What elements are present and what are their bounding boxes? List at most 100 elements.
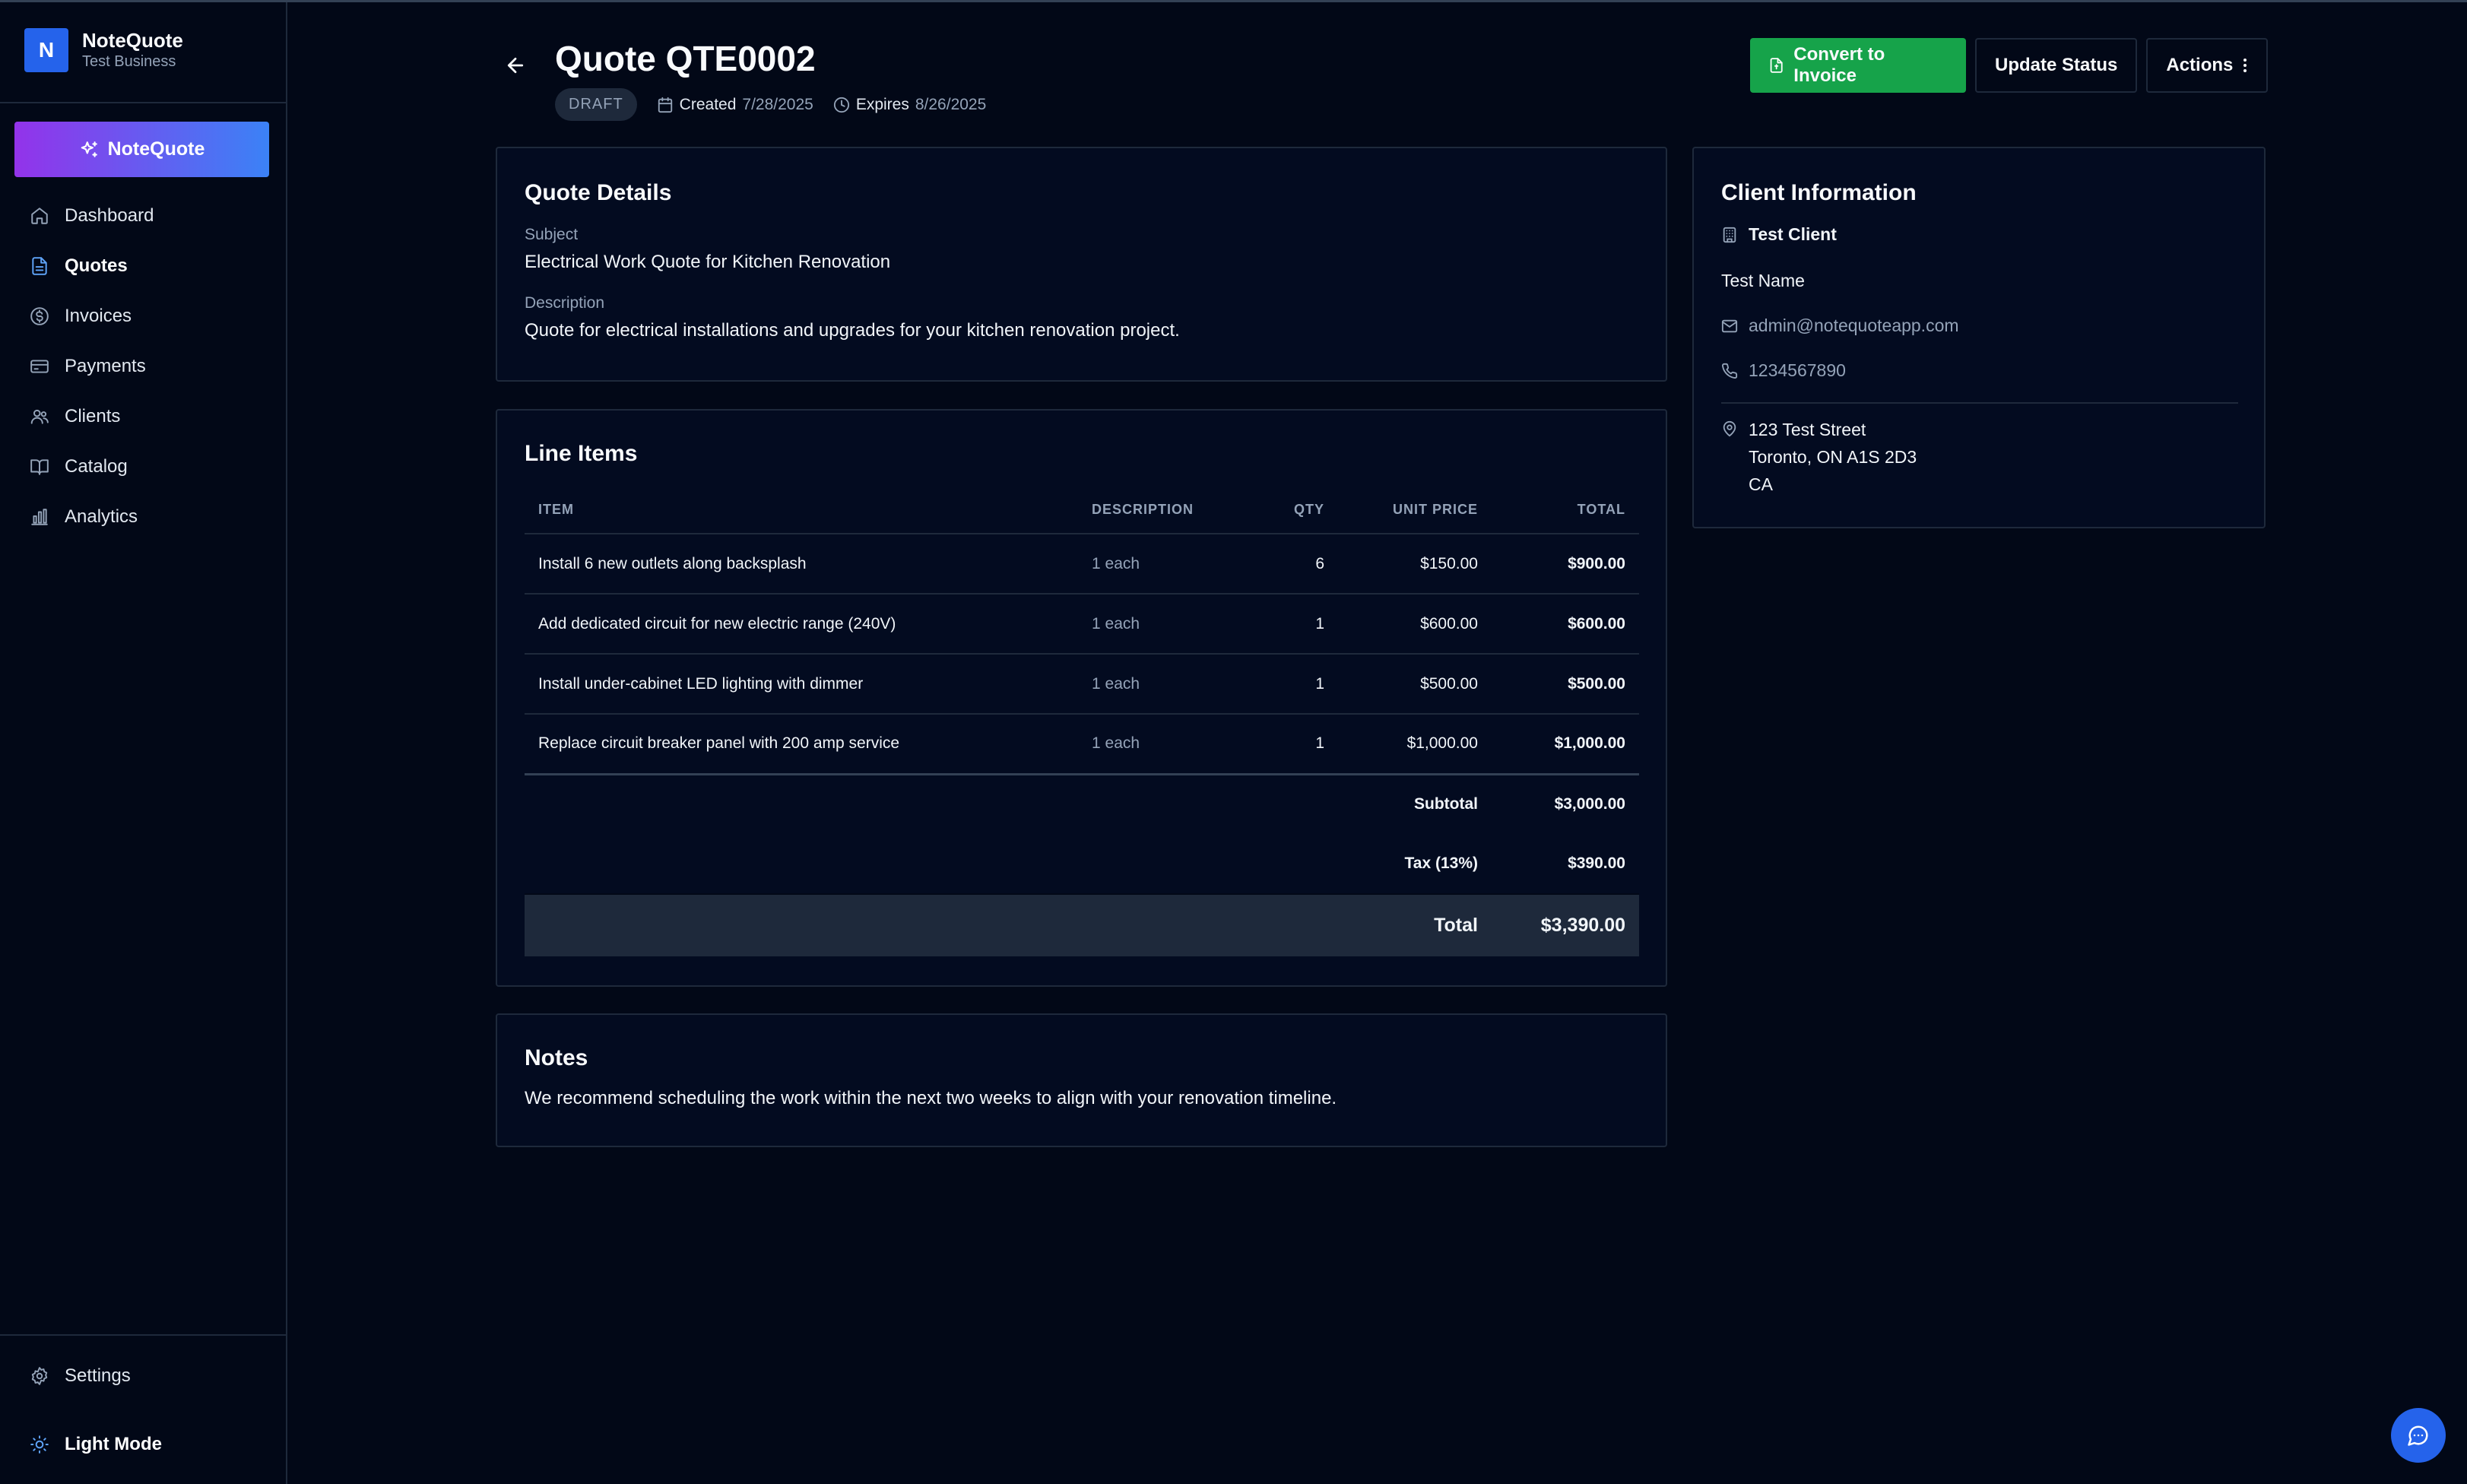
status-badge: DRAFT (555, 88, 637, 121)
notes-title: Notes (525, 1045, 588, 1070)
client-contact-name: Test Name (1721, 271, 1805, 290)
notes-text: We recommend scheduling the work within … (525, 1088, 1337, 1108)
quote-details-title: Quote Details (525, 180, 672, 205)
created-label: Created (679, 95, 737, 113)
item-total: $1,000.00 (1492, 713, 1639, 774)
sidebar-item-catalog[interactable]: Catalog (14, 445, 273, 489)
book-icon (28, 455, 51, 478)
client-phone[interactable]: 1234567890 (1721, 360, 2238, 381)
chat-button[interactable] (2391, 1408, 2446, 1463)
total-label: Total (1338, 893, 1492, 956)
col-description: DESCRIPTION (1092, 502, 1194, 517)
sidebar-item-label: Payments (65, 356, 146, 376)
item-name: Replace circuit breaker panel with 200 a… (525, 713, 1078, 774)
quote-details-card: Quote Details Subject Electrical Work Qu… (496, 147, 1667, 382)
phone-icon (1722, 363, 1738, 379)
header-actions: Convert to Invoice Update Status Actions (1750, 38, 2269, 93)
sidebar-item-invoices[interactable]: Invoices (14, 294, 273, 338)
sidebar-divider (0, 102, 286, 103)
sidebar-item-dashboard[interactable]: Dashboard (14, 194, 273, 238)
sidebar-item-quotes[interactable]: Quotes (14, 244, 273, 288)
item-unit-price: $150.00 (1338, 533, 1492, 594)
gear-icon (28, 1365, 51, 1387)
sidebar-item-label: Clients (65, 406, 121, 426)
brand[interactable]: N NoteQuote Test Business (24, 28, 183, 72)
notes-card: Notes We recommend scheduling the work w… (496, 1013, 1667, 1147)
item-qty: 6 (1267, 533, 1338, 594)
mail-icon (1721, 319, 1738, 332)
item-qty: 1 (1267, 593, 1338, 654)
client-contact: Test Name (1721, 271, 2238, 291)
client-email[interactable]: admin@notequoteapp.com (1721, 316, 2238, 336)
col-qty: QTY (1293, 502, 1324, 517)
back-button[interactable] (502, 52, 529, 79)
tax-value: $390.00 (1568, 855, 1625, 872)
created-value: 7/28/2025 (742, 95, 813, 113)
file-icon (28, 255, 51, 277)
quote-meta: DRAFT Created 7/28/2025 Expires 8/26/202… (555, 88, 1006, 121)
line-items-card: Line Items ITEM DESCRIPTION QTY UNIT PRI… (496, 409, 1667, 987)
brand-subtitle: Test Business (82, 53, 176, 70)
bar-chart-icon (28, 506, 51, 528)
sidebar-item-label: Dashboard (65, 205, 154, 226)
col-total: TOTAL (1577, 502, 1625, 517)
sidebar-item-payments[interactable]: Payments (14, 344, 273, 388)
sidebar-bottom-divider (0, 1334, 286, 1336)
item-qty: 1 (1267, 713, 1338, 774)
sun-icon (28, 1433, 51, 1456)
tax-row: Tax (13%) $390.00 (525, 834, 1639, 894)
expires-date: Expires 8/26/2025 (833, 96, 986, 114)
update-status-button[interactable]: Update Status (1975, 38, 2138, 93)
map-pin-icon (1723, 420, 1736, 437)
item-total: $600.00 (1492, 593, 1639, 654)
item-description: 1 each (1078, 713, 1267, 774)
invoice-icon (1770, 58, 1783, 73)
item-name: Install under-cabinet LED lighting with … (525, 653, 1078, 714)
expires-value: 8/26/2025 (915, 95, 987, 113)
client-info-card: Client Information Test Client Test Name… (1692, 147, 2266, 528)
item-name: Add dedicated circuit for new electric r… (525, 593, 1078, 654)
line-items-table: ITEM DESCRIPTION QTY UNIT PRICE TOTAL In… (525, 487, 1639, 956)
sidebar-item-label: Invoices (65, 306, 132, 326)
convert-to-invoice-button[interactable]: Convert to Invoice (1750, 38, 1966, 93)
sidebar-item-label: Settings (65, 1365, 131, 1386)
subtotal-value: $3,000.00 (1492, 772, 1639, 834)
clock-icon (833, 97, 849, 113)
client-company-name: Test Client (1749, 224, 1837, 244)
sidebar-item-label: Catalog (65, 456, 128, 477)
address-line-1: 123 Test Street (1749, 420, 1866, 439)
description-value: Quote for electrical installations and u… (525, 320, 1180, 341)
users-icon (28, 405, 51, 428)
building-icon (1723, 227, 1736, 243)
tax-label: Tax (13%) (1404, 855, 1478, 872)
brand-logo: N (24, 28, 68, 72)
client-address: 123 Test Street Toronto, ON A1S 2D3 CA (1721, 416, 2238, 498)
sidebar-item-clients[interactable]: Clients (14, 395, 273, 439)
item-total: $900.00 (1492, 533, 1639, 594)
item-unit-price: $600.00 (1338, 593, 1492, 654)
description-label: Description (525, 294, 605, 312)
sparkles-icon (81, 141, 97, 157)
theme-toggle-label: Light Mode (65, 1434, 162, 1454)
sidebar-item-label: Quotes (65, 255, 128, 276)
item-description: 1 each (1078, 593, 1267, 654)
subject-value: Electrical Work Quote for Kitchen Renova… (525, 252, 891, 272)
home-icon (28, 205, 51, 227)
main-nav: Dashboard Quotes Invoices Payments Clien… (14, 194, 273, 545)
actions-menu-button[interactable]: Actions (2146, 38, 2269, 93)
item-unit-price: $500.00 (1338, 653, 1492, 714)
table-row: Add dedicated circuit for new electric r… (525, 593, 1639, 654)
sidebar-item-analytics[interactable]: Analytics (14, 495, 273, 539)
client-info-title: Client Information (1721, 180, 1917, 205)
dollar-icon (28, 305, 51, 328)
actions-label: Actions (2166, 55, 2234, 75)
more-vertical-icon (2243, 59, 2247, 72)
bottom-nav: Settings Light Mode (14, 1354, 273, 1484)
sidebar-item-settings[interactable]: Settings (14, 1354, 273, 1398)
subtotal-label: Subtotal (1338, 772, 1492, 834)
notequote-ai-button[interactable]: NoteQuote (14, 122, 269, 177)
line-items-title: Line Items (525, 441, 638, 466)
client-divider (1721, 402, 2238, 404)
theme-toggle[interactable]: Light Mode (14, 1422, 273, 1467)
item-total: $500.00 (1492, 653, 1639, 714)
